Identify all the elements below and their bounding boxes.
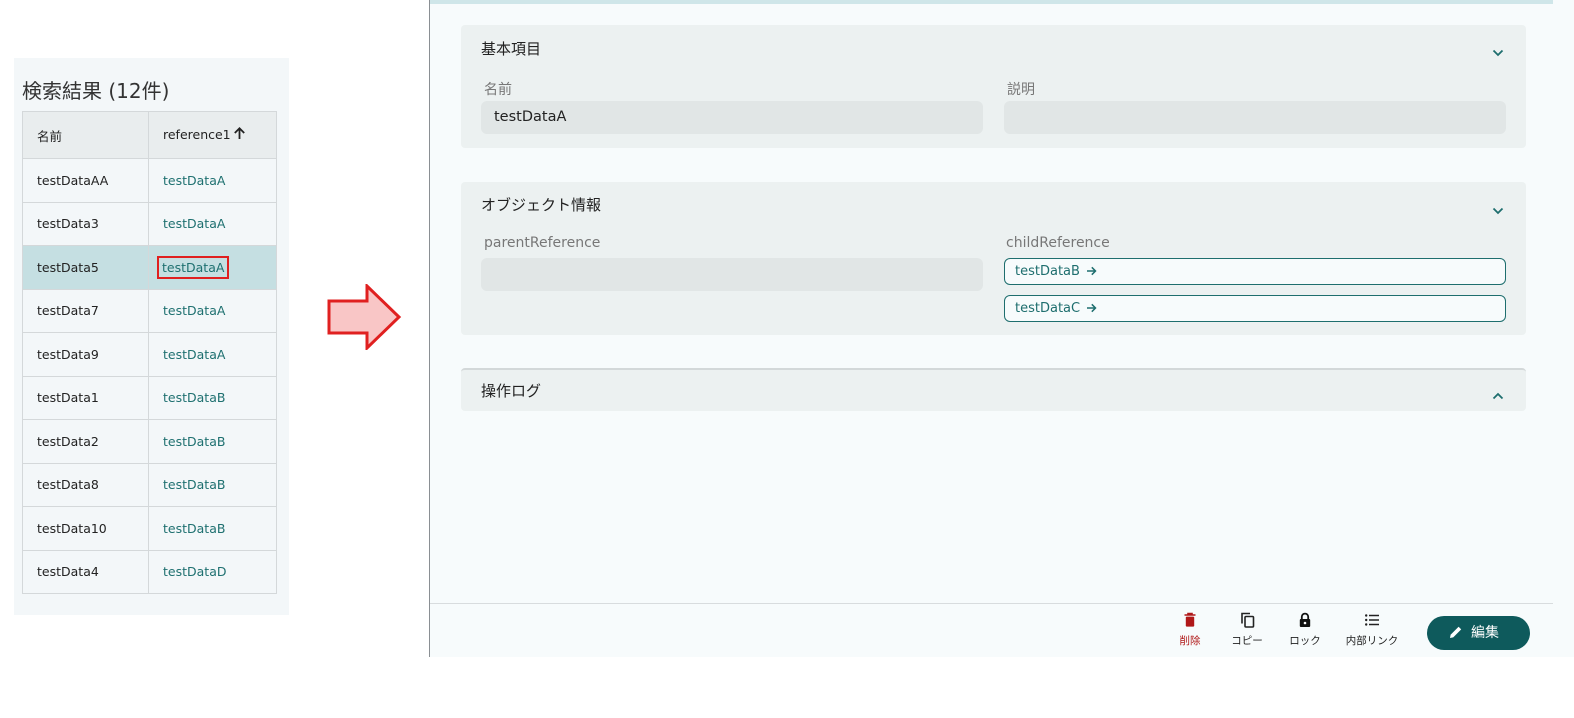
sort-ascending-icon [233, 127, 246, 143]
list-icon [1365, 614, 1379, 626]
reference-link[interactable]: testDataA [163, 216, 225, 231]
row-reference-cell: testDataA [148, 201, 277, 246]
child-reference-link[interactable]: testDataC [1004, 295, 1506, 322]
reference-link[interactable]: testDataA [163, 173, 225, 188]
header-strip [430, 0, 1553, 4]
reference-link-highlighted[interactable]: testDataA [156, 255, 230, 279]
row-reference-cell: testDataD [148, 549, 277, 594]
reference-link[interactable]: testDataB [163, 434, 225, 449]
row-reference-cell: testDataB [148, 375, 277, 420]
parent-reference-field [481, 258, 983, 291]
right-arrow-icon [327, 282, 403, 354]
name-field: testDataA [481, 101, 983, 134]
section-log-title: 操作ログ [481, 382, 542, 400]
section-operation-log[interactable]: 操作ログ [461, 368, 1526, 411]
copy-button[interactable]: コピー [1227, 612, 1267, 648]
arrow-right-icon [1086, 297, 1097, 322]
row-name-cell: testData10 [22, 506, 149, 551]
description-field-label: 説明 [1007, 82, 1035, 98]
lock-button[interactable]: ロック [1285, 612, 1325, 648]
chevron-up-icon[interactable] [1492, 385, 1504, 404]
row-name-cell: testData3 [22, 201, 149, 246]
row-reference-cell: testDataB [148, 462, 277, 507]
table-row[interactable]: testData1 testDataB [22, 375, 277, 420]
row-reference-cell: testDataA [148, 288, 277, 333]
child-reference-link[interactable]: testDataB [1004, 258, 1506, 285]
row-reference-cell: testDataA [148, 332, 277, 377]
section-basic: 基本項目 名前 testDataA 説明 [461, 25, 1526, 148]
reference-link[interactable]: testDataB [163, 521, 225, 536]
row-name-cell: testData9 [22, 332, 149, 377]
parent-reference-label: parentReference [484, 235, 601, 251]
action-bar: 削除 コピー ロック 内部リンク 編集 [430, 603, 1553, 657]
reference-link[interactable]: testDataD [163, 564, 226, 579]
row-name-cell: testData1 [22, 375, 149, 420]
description-field [1004, 101, 1506, 134]
internal-links-button[interactable]: 内部リンク [1342, 612, 1402, 648]
section-object-info: オブジェクト情報 parentReference childReference … [461, 182, 1526, 335]
column-header-reference1[interactable]: reference1 [148, 111, 277, 159]
table-row[interactable]: testDataAA testDataA [22, 158, 277, 203]
row-name-cell: testData5 [22, 245, 149, 290]
chevron-down-icon[interactable] [1492, 200, 1504, 219]
name-field-label: 名前 [484, 82, 512, 98]
reference-link[interactable]: testDataA [163, 303, 225, 318]
copy-icon [1240, 612, 1254, 628]
chevron-down-icon[interactable] [1492, 42, 1504, 61]
row-name-cell: testData7 [22, 288, 149, 333]
search-results-panel: 検索結果 (12件) 名前 reference1 testDataAA testD… [14, 58, 289, 615]
table-row[interactable]: testData4 testDataD [22, 549, 277, 594]
search-results-title: 検索結果 (12件) [22, 79, 170, 103]
table-row[interactable]: testData8 testDataB [22, 462, 277, 507]
reference-link[interactable]: testDataB [163, 390, 225, 405]
row-name-cell: testData8 [22, 462, 149, 507]
reference-link[interactable]: testDataA [163, 347, 225, 362]
pencil-icon [1450, 626, 1462, 638]
arrow-right-icon [1086, 260, 1097, 285]
row-reference-cell: testDataA [148, 245, 277, 290]
detail-pane: 基本項目 名前 testDataA 説明 オブジェクト情報 parentRefe… [429, 0, 1574, 657]
lock-icon [1299, 612, 1311, 627]
section-object-title: オブジェクト情報 [481, 196, 602, 214]
table-row[interactable]: testData10 testDataB [22, 506, 277, 551]
table-row[interactable]: testData9 testDataA [22, 332, 277, 377]
reference-link[interactable]: testDataB [163, 477, 225, 492]
table-row-selected[interactable]: testData5 testDataA [22, 245, 277, 290]
edit-button[interactable]: 編集 [1427, 616, 1530, 650]
table-row[interactable]: testData7 testDataA [22, 288, 277, 333]
row-name-cell: testData2 [22, 419, 149, 464]
row-reference-cell: testDataB [148, 506, 277, 551]
row-name-cell: testDataAA [22, 158, 149, 203]
column-header-name[interactable]: 名前 [22, 111, 149, 159]
table-row[interactable]: testData2 testDataB [22, 419, 277, 464]
results-table: 名前 reference1 testDataAA testDataA testDa… [22, 111, 277, 594]
table-header-row: 名前 reference1 [22, 111, 277, 159]
row-reference-cell: testDataB [148, 419, 277, 464]
row-name-cell: testData4 [22, 549, 149, 594]
section-basic-title: 基本項目 [481, 40, 542, 58]
child-reference-label: childReference [1006, 235, 1110, 251]
row-reference-cell: testDataA [148, 158, 277, 203]
table-row[interactable]: testData3 testDataA [22, 201, 277, 246]
delete-button[interactable]: 削除 [1176, 612, 1204, 648]
trash-icon [1184, 612, 1196, 627]
